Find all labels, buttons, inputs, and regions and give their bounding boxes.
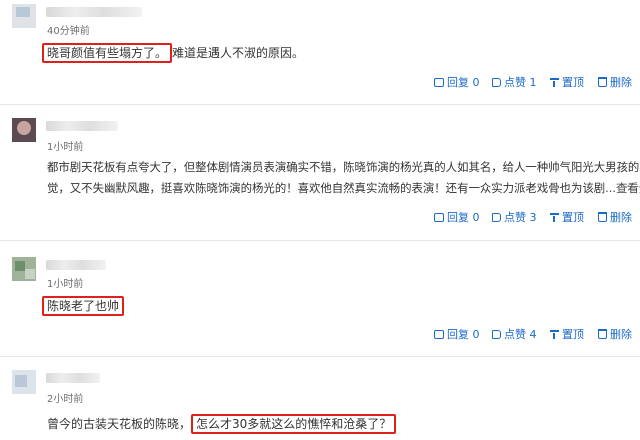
avatar[interactable] [12,4,36,28]
avatar[interactable] [12,118,36,142]
comment-actions: 回复 0 点赞 1 置顶 删除 [0,74,640,90]
comment-text-line-2: 觉，又不失幽默风趣，挺喜欢陈晓饰演的杨光的！喜欢他自然真实流畅的表演！还有一众实… [47,181,640,195]
username[interactable] [46,260,106,270]
like-button[interactable]: 点赞 1 [492,74,537,90]
comment-time: 2小时前 [47,394,84,405]
comment-text: 晓哥颜值有些塌方了。 难道是遇人不淑的原因。 [42,43,305,63]
divider [0,240,640,241]
delete-icon [598,329,607,339]
like-button[interactable]: 点赞 4 [492,326,537,342]
reply-button[interactable]: 回复 0 [434,74,480,90]
chevron-down-icon[interactable]: ﹀ [620,181,630,196]
delete-button[interactable]: 删除 [598,74,632,90]
comment-actions: 回复 0 点赞 3 置顶 删除 [0,209,640,225]
avatar[interactable] [12,257,36,281]
username[interactable] [46,121,118,131]
reply-button[interactable]: 回复 0 [434,209,480,225]
like-button[interactable]: 点赞 3 [492,209,537,225]
avatar[interactable] [12,370,36,394]
comment-text-line-1: 都市剧天花板有点夸大了，但整体剧情演员表演确实不错，陈晓饰演的杨光真的人如其名，… [47,160,640,174]
delete-button[interactable]: 删除 [598,209,632,225]
comment-text: 曾今的古装天花板的陈晓， 怎么才30多就这么的憔悴和沧桑了？ [47,414,397,434]
highlighted-text: 陈晓老了也帅 [42,296,125,316]
pin-button[interactable]: 置顶 [550,74,584,90]
comment-time: 1小时前 [47,279,84,290]
highlighted-text: 晓哥颜值有些塌方了。 [42,43,173,63]
comment-time: 40分钟前 [47,26,90,37]
highlighted-text: 怎么才30多就这么的憔悴和沧桑了？ [191,414,397,434]
delete-icon [598,77,607,87]
divider [0,104,640,105]
username[interactable] [46,373,100,383]
like-icon [492,212,501,222]
reply-icon [434,212,444,222]
reply-icon [434,77,444,87]
comment-text: 陈晓老了也帅 [42,296,125,316]
comment-text-prefix: 曾今的古装天花板的陈晓， [47,417,192,431]
pin-button[interactable]: 置顶 [550,326,584,342]
pin-icon [550,77,559,87]
like-icon [492,329,501,339]
delete-button[interactable]: 删除 [598,326,632,342]
comment-actions: 回复 0 点赞 4 置顶 删除 [0,326,640,342]
pin-button[interactable]: 置顶 [550,209,584,225]
pin-icon [550,329,559,339]
comment-time: 1小时前 [47,142,84,153]
pin-icon [550,212,559,222]
like-icon [492,77,501,87]
reply-button[interactable]: 回复 0 [434,326,480,342]
divider [0,356,640,357]
delete-icon [598,212,607,222]
reply-icon [434,329,444,339]
comment-text-rest: 难道是遇人不淑的原因。 [172,46,305,60]
username[interactable] [46,7,142,17]
